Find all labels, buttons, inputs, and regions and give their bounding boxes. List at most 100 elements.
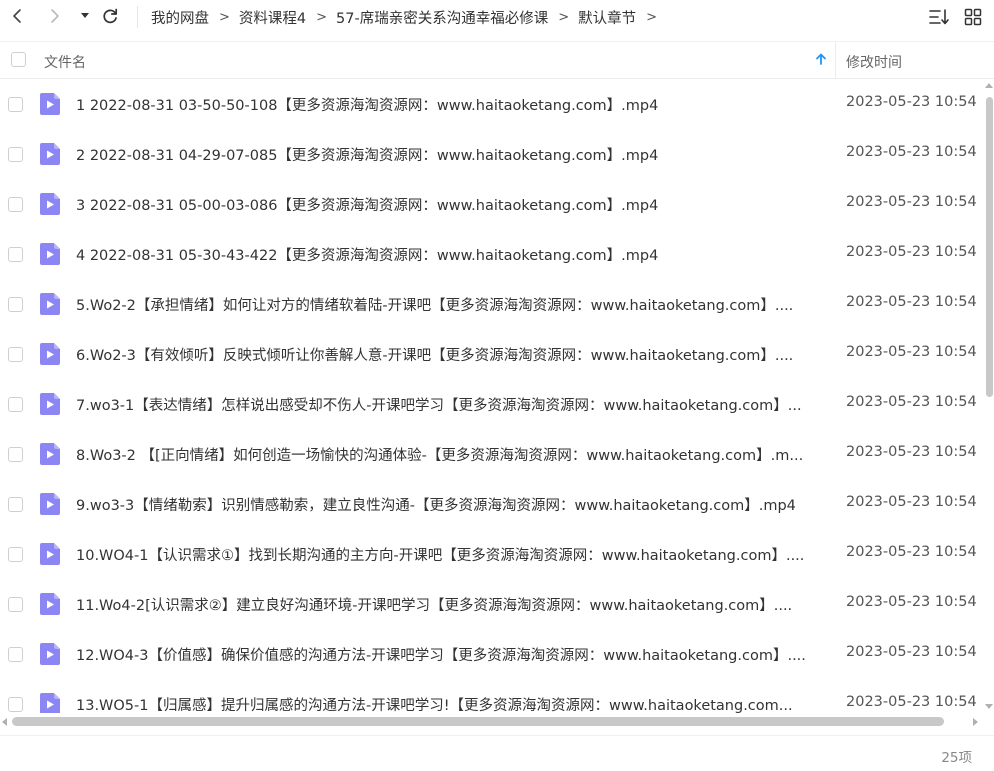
file-modified-time: 2023-05-23 10:54 xyxy=(846,494,977,510)
chevron-right-icon: > xyxy=(646,9,658,25)
file-name[interactable]: 7.wo3-1【表达情绪】怎样说出感受却不伤人-开课吧学习【更多资源海淘资源网：… xyxy=(76,394,826,415)
video-file-icon xyxy=(40,543,60,565)
select-all-checkbox[interactable] xyxy=(11,52,26,67)
column-header-name[interactable]: 文件名 xyxy=(44,52,86,72)
row-checkbox[interactable] xyxy=(8,97,23,112)
file-modified-time: 2023-05-23 10:54 xyxy=(846,594,977,610)
table-row[interactable]: 6.Wo2-3【有效倾听】反映式倾听让你善解人意-开课吧【更多资源海淘资源网：w… xyxy=(0,329,984,379)
table-row[interactable]: 1 2022-08-31 03-50-50-108【更多资源海淘资源网：www.… xyxy=(0,79,984,129)
history-dropdown-button[interactable] xyxy=(74,5,96,27)
file-name[interactable]: 13.WO5-1【归属感】提升归属感的沟通方法-开课吧学习!【更多资源海淘资源网… xyxy=(76,694,826,713)
caret-down-icon xyxy=(81,13,89,18)
grid-view-icon xyxy=(964,8,982,26)
chevron-right-icon: > xyxy=(316,9,328,25)
row-checkbox[interactable] xyxy=(8,147,23,162)
horizontal-scrollbar[interactable] xyxy=(0,713,984,731)
row-checkbox[interactable] xyxy=(8,197,23,212)
video-file-icon xyxy=(40,593,60,615)
file-list: 1 2022-08-31 03-50-50-108【更多资源海淘资源网：www.… xyxy=(0,79,984,713)
file-name[interactable]: 1 2022-08-31 03-50-50-108【更多资源海淘资源网：www.… xyxy=(76,94,826,115)
table-row[interactable]: 11.Wo4-2[认识需求②】建立良好沟通环境-开课吧学习【更多资源海淘资源网：… xyxy=(0,579,984,629)
column-divider[interactable] xyxy=(835,42,836,78)
file-modified-time: 2023-05-23 10:54 xyxy=(846,644,977,660)
scroll-up-arrow-icon[interactable] xyxy=(985,83,993,88)
file-name[interactable]: 10.WO4-1【认识需求①】找到长期沟通的主方向-开课吧【更多资源海淘资源网：… xyxy=(76,544,826,565)
file-name[interactable]: 8.Wo3-2 【[正向情绪】如何创造一场愉快的沟通体验-【更多资源海淘资源网：… xyxy=(76,444,826,465)
row-checkbox[interactable] xyxy=(8,297,23,312)
item-count: 25项 xyxy=(941,750,972,766)
table-row[interactable]: 12.WO4-3【价值感】确保价值感的沟通方法-开课吧学习【更多资源海淘资源网：… xyxy=(0,629,984,679)
refresh-button[interactable] xyxy=(99,5,121,27)
video-file-icon xyxy=(40,493,60,515)
table-row[interactable]: 4 2022-08-31 05-30-43-422【更多资源海淘资源网：www.… xyxy=(0,229,984,279)
table-row[interactable]: 13.WO5-1【归属感】提升归属感的沟通方法-开课吧学习!【更多资源海淘资源网… xyxy=(0,679,984,713)
status-bar: 25项 xyxy=(0,735,994,771)
toolbar: 我的网盘 > 资料课程4 > 57-席瑞亲密关系沟通幸福必修课 > 默认章节 > xyxy=(0,0,994,34)
table-row[interactable]: 5.Wo2-2【承担情绪】如何让对方的情绪软着陆-开课吧【更多资源海淘资源网：w… xyxy=(0,279,984,329)
list-header: 文件名 修改时间 xyxy=(0,41,994,79)
row-checkbox[interactable] xyxy=(8,247,23,262)
scroll-right-arrow-icon[interactable] xyxy=(973,718,978,726)
chevron-left-icon xyxy=(13,9,21,23)
row-checkbox[interactable] xyxy=(8,497,23,512)
breadcrumb-item-current[interactable]: 默认章节 xyxy=(578,7,636,28)
row-checkbox[interactable] xyxy=(8,597,23,612)
video-file-icon xyxy=(40,243,60,265)
row-checkbox[interactable] xyxy=(8,397,23,412)
chevron-right-icon xyxy=(51,9,59,23)
sort-ascending-icon[interactable] xyxy=(815,52,827,66)
horizontal-scroll-thumb[interactable] xyxy=(12,717,944,726)
row-checkbox[interactable] xyxy=(8,447,23,462)
file-name[interactable]: 4 2022-08-31 05-30-43-422【更多资源海淘资源网：www.… xyxy=(76,244,826,265)
table-row[interactable]: 8.Wo3-2 【[正向情绪】如何创造一场愉快的沟通体验-【更多资源海淘资源网：… xyxy=(0,429,984,479)
breadcrumb-item-root[interactable]: 我的网盘 xyxy=(151,7,209,28)
scroll-left-arrow-icon[interactable] xyxy=(2,718,7,726)
scroll-down-arrow-icon[interactable] xyxy=(985,704,993,709)
file-name[interactable]: 9.wo3-3【情绪勒索】识别情感勒索，建立良性沟通-【更多资源海淘资源网：ww… xyxy=(76,494,826,515)
vertical-scrollbar[interactable] xyxy=(984,79,994,713)
file-name[interactable]: 12.WO4-3【价值感】确保价值感的沟通方法-开课吧学习【更多资源海淘资源网：… xyxy=(76,644,826,665)
video-file-icon xyxy=(40,143,60,165)
row-checkbox[interactable] xyxy=(8,647,23,662)
sort-button[interactable] xyxy=(928,6,950,28)
row-checkbox[interactable] xyxy=(8,697,23,712)
table-row[interactable]: 10.WO4-1【认识需求①】找到长期沟通的主方向-开课吧【更多资源海淘资源网：… xyxy=(0,529,984,579)
row-checkbox[interactable] xyxy=(8,547,23,562)
file-modified-time: 2023-05-23 10:54 xyxy=(846,144,977,160)
file-name[interactable]: 5.Wo2-2【承担情绪】如何让对方的情绪软着陆-开课吧【更多资源海淘资源网：w… xyxy=(76,294,826,315)
table-row[interactable]: 7.wo3-1【表达情绪】怎样说出感受却不伤人-开课吧学习【更多资源海淘资源网：… xyxy=(0,379,984,429)
video-file-icon xyxy=(40,393,60,415)
video-file-icon xyxy=(40,343,60,365)
file-name[interactable]: 2 2022-08-31 04-29-07-085【更多资源海淘资源网：www.… xyxy=(76,144,826,165)
video-file-icon xyxy=(40,293,60,315)
file-modified-time: 2023-05-23 10:54 xyxy=(846,344,977,360)
file-modified-time: 2023-05-23 10:54 xyxy=(846,394,977,410)
breadcrumb: 我的网盘 > 资料课程4 > 57-席瑞亲密关系沟通幸福必修课 > 默认章节 > xyxy=(151,0,666,34)
sort-list-icon xyxy=(929,9,949,25)
file-modified-time: 2023-05-23 10:54 xyxy=(846,294,977,310)
breadcrumb-item-course[interactable]: 资料课程4 xyxy=(239,7,306,28)
video-file-icon xyxy=(40,693,60,713)
file-name[interactable]: 6.Wo2-3【有效倾听】反映式倾听让你善解人意-开课吧【更多资源海淘资源网：w… xyxy=(76,344,826,365)
video-file-icon xyxy=(40,93,60,115)
video-file-icon xyxy=(40,643,60,665)
toolbar-divider xyxy=(137,6,138,28)
vertical-scroll-thumb[interactable] xyxy=(986,97,993,397)
table-row[interactable]: 9.wo3-3【情绪勒索】识别情感勒索，建立良性沟通-【更多资源海淘资源网：ww… xyxy=(0,479,984,529)
file-modified-time: 2023-05-23 10:54 xyxy=(846,244,977,260)
table-row[interactable]: 3 2022-08-31 05-00-03-086【更多资源海淘资源网：www.… xyxy=(0,179,984,229)
column-header-time[interactable]: 修改时间 xyxy=(846,52,902,72)
row-checkbox[interactable] xyxy=(8,347,23,362)
grid-view-button[interactable] xyxy=(962,6,984,28)
breadcrumb-item-folder[interactable]: 57-席瑞亲密关系沟通幸福必修课 xyxy=(336,7,548,28)
file-name[interactable]: 3 2022-08-31 05-00-03-086【更多资源海淘资源网：www.… xyxy=(76,194,826,215)
video-file-icon xyxy=(40,193,60,215)
forward-button[interactable] xyxy=(44,5,66,27)
back-button[interactable] xyxy=(6,5,28,27)
chevron-right-icon: > xyxy=(219,9,230,25)
chevron-right-icon: > xyxy=(558,9,570,25)
file-modified-time: 2023-05-23 10:54 xyxy=(846,94,977,110)
refresh-icon xyxy=(103,8,118,24)
file-name[interactable]: 11.Wo4-2[认识需求②】建立良好沟通环境-开课吧学习【更多资源海淘资源网：… xyxy=(76,594,826,615)
table-row[interactable]: 2 2022-08-31 04-29-07-085【更多资源海淘资源网：www.… xyxy=(0,129,984,179)
